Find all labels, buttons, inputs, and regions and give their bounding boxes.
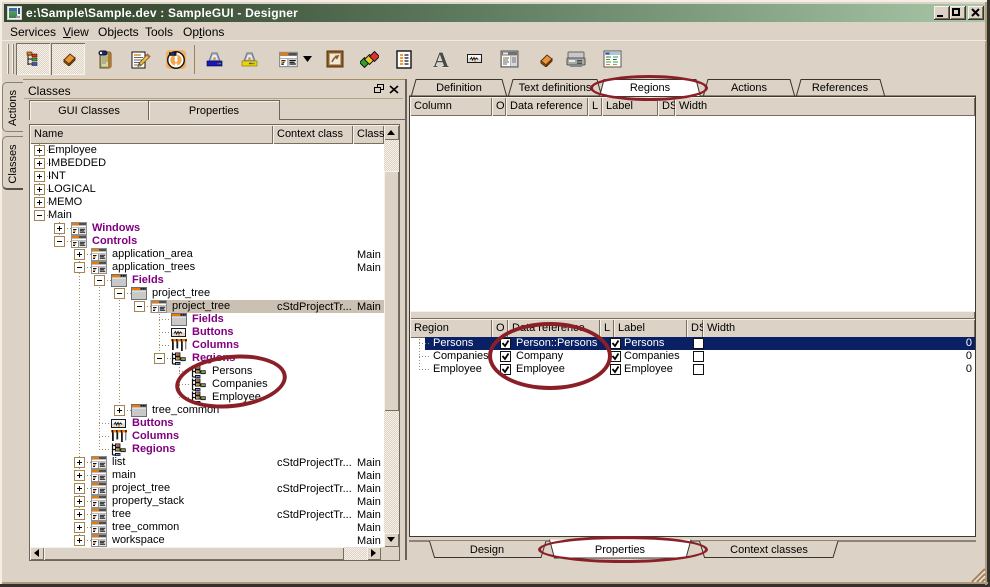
svg-text:References: References xyxy=(812,82,869,94)
svg-text:Actions: Actions xyxy=(731,82,768,94)
svg-text:Text definitions: Text definitions xyxy=(519,82,592,94)
svg-text:Definition: Definition xyxy=(436,82,482,94)
svg-text:Context classes: Context classes xyxy=(730,544,808,556)
svg-text:A: A xyxy=(433,49,449,69)
svg-text:Design: Design xyxy=(470,544,504,556)
